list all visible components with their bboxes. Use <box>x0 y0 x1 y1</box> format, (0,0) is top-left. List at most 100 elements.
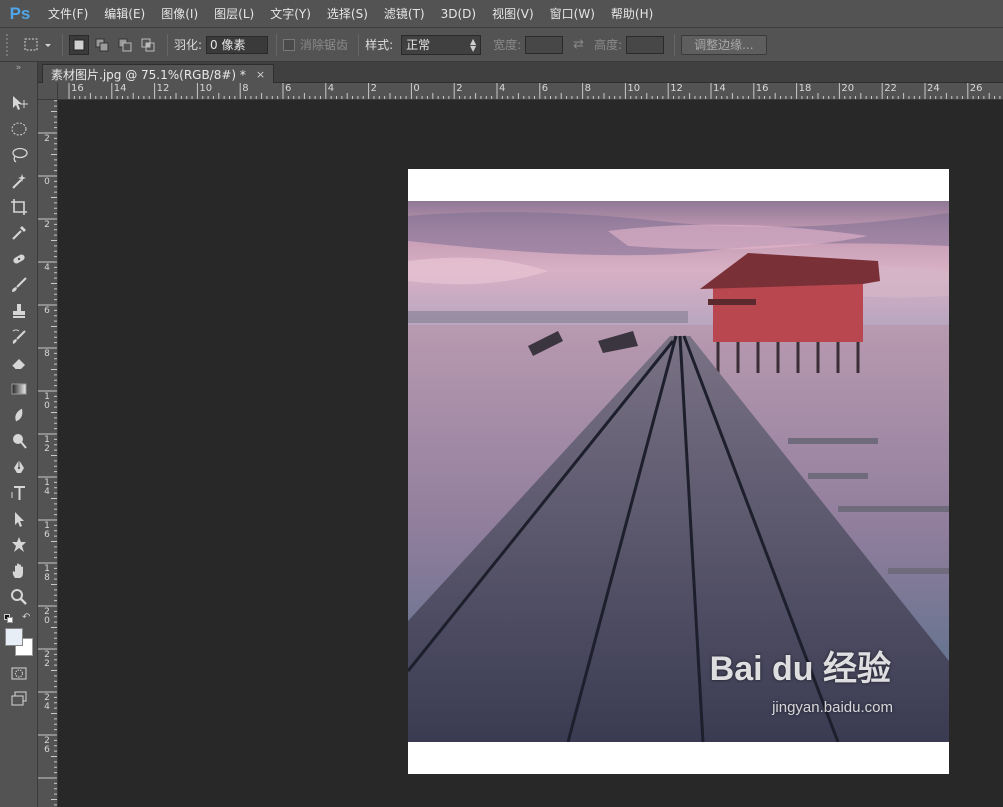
move-tool[interactable] <box>0 90 38 116</box>
custom-shape-tool[interactable] <box>0 532 38 558</box>
path-selection-tool[interactable] <box>0 506 38 532</box>
zoom-tool[interactable] <box>0 584 38 610</box>
ruler-label: 8 <box>242 83 249 94</box>
new-selection-icon <box>73 39 85 50</box>
document-canvas[interactable]: Bai du 经验 jingyan.baidu.com <box>408 169 949 774</box>
blur-icon <box>15 408 23 422</box>
brush-tool[interactable] <box>0 272 38 298</box>
intersect-selection-icon <box>141 38 155 51</box>
menu-3d[interactable]: 3D(D) <box>433 0 484 28</box>
type-icon <box>11 486 25 500</box>
tools-panel: » ↶ <box>0 62 38 807</box>
vertical-ruler[interactable]: 2 0 2 4 6 8 10 12 14 16 18 20 22 24 26 <box>38 100 58 807</box>
document-tab-bar: 素材图片.jpg @ 75.1%(RGB/8#) * × <box>38 62 1003 83</box>
menu-window[interactable]: 窗口(W) <box>542 0 603 28</box>
tool-preset-picker[interactable] <box>20 34 56 56</box>
ruler-label: 12 <box>670 83 683 94</box>
ruler-label: 20 <box>841 83 855 94</box>
eraser-icon <box>11 359 25 370</box>
clone-stamp-tool[interactable] <box>0 298 38 324</box>
antialias-checkbox[interactable] <box>283 38 296 51</box>
separator <box>276 33 278 56</box>
height-input[interactable] <box>626 35 665 54</box>
menu-image[interactable]: 图像(I) <box>153 0 206 28</box>
ruler-label: 6 <box>541 83 549 94</box>
width-label: 宽度: <box>493 38 522 52</box>
intersect-selection-button[interactable] <box>138 35 158 55</box>
ruler-origin[interactable] <box>38 83 58 100</box>
ellipse-marquee-icon <box>11 122 27 136</box>
horizontal-ruler[interactable]: 16 14 12 10 8 6 4 2 0 2 4 6 8 10 12 14 16 18 20 22 24 26 <box>58 83 1003 100</box>
menu-file[interactable]: 文件(F) <box>40 0 96 28</box>
ruler-label: 10 <box>627 83 641 94</box>
spot-healing-tool[interactable] <box>0 246 38 272</box>
eraser-tool[interactable] <box>0 350 38 376</box>
swap-colors-icon[interactable]: ↶ <box>22 612 30 623</box>
menu-edit[interactable]: 编辑(E) <box>96 0 153 28</box>
add-selection-button[interactable] <box>92 35 112 55</box>
collapse-icon[interactable]: » <box>0 62 37 74</box>
canvas-area[interactable]: Bai du 经验 jingyan.baidu.com <box>58 100 1003 807</box>
path-selection-icon <box>15 512 24 527</box>
ruler-label: 16 <box>755 83 769 94</box>
menu-select[interactable]: 选择(S) <box>319 0 376 28</box>
refine-edge-button[interactable]: 调整边缘... <box>681 34 767 55</box>
pen-icon <box>14 460 24 473</box>
blur-tool[interactable] <box>0 402 38 428</box>
rect-marquee-icon <box>24 38 51 50</box>
subtract-selection-button[interactable] <box>115 35 135 55</box>
hand-tool[interactable] <box>0 558 38 584</box>
baidu-watermark: Bai du 经验 <box>709 650 891 688</box>
history-brush-tool[interactable] <box>0 324 38 350</box>
gradient-tool[interactable] <box>0 376 38 402</box>
ruler-label: 24 <box>44 693 50 712</box>
ruler-label: 2 <box>44 220 50 230</box>
dodge-tool[interactable] <box>0 428 38 454</box>
crop-icon <box>11 199 27 215</box>
lasso-tool[interactable] <box>0 142 38 168</box>
magic-wand-icon <box>12 174 26 189</box>
ruler-label: 6 <box>285 83 292 94</box>
ruler-label: 18 <box>44 564 50 583</box>
color-swatches: ↶ <box>0 612 37 660</box>
ruler-label: 16 <box>44 521 50 540</box>
subtract-selection-icon <box>118 38 132 51</box>
options-bar-grip[interactable] <box>6 33 12 56</box>
width-input[interactable] <box>525 35 564 54</box>
brush-icon <box>12 277 27 292</box>
default-colors-icon[interactable] <box>4 614 14 624</box>
history-brush-icon <box>12 329 26 344</box>
ruler-label: 2 <box>370 83 377 94</box>
menu-view[interactable]: 视图(V) <box>484 0 542 28</box>
ruler-label: 4 <box>499 83 506 94</box>
hand-icon <box>12 563 23 578</box>
screen-mode-button[interactable] <box>0 686 38 712</box>
separator <box>167 33 168 56</box>
crop-tool[interactable] <box>0 194 38 220</box>
ruler-label: 12 <box>44 435 50 454</box>
feather-label: 羽化: <box>174 38 203 52</box>
ruler-label: 26 <box>44 736 50 755</box>
document-tab[interactable]: 素材图片.jpg @ 75.1%(RGB/8#) * × <box>42 64 275 83</box>
quick-mask-button[interactable] <box>0 660 38 686</box>
menu-help[interactable]: 帮助(H) <box>603 0 661 28</box>
new-selection-button[interactable] <box>69 34 89 55</box>
photo-pier-image: Bai du 经验 jingyan.baidu.com <box>408 201 949 742</box>
elliptical-marquee-tool[interactable] <box>0 116 38 142</box>
ruler-label: 8 <box>44 349 50 359</box>
close-tab-icon[interactable]: × <box>256 68 265 81</box>
separator <box>358 33 360 56</box>
ruler-label: 12 <box>156 83 170 94</box>
type-tool[interactable] <box>0 480 38 506</box>
magic-wand-tool[interactable] <box>0 168 38 194</box>
swap-icon[interactable]: ⇄ <box>573 37 584 52</box>
menu-filter[interactable]: 滤镜(T) <box>376 0 433 28</box>
pen-tool[interactable] <box>0 454 38 480</box>
menu-layer[interactable]: 图层(L) <box>206 0 262 28</box>
style-select[interactable]: 正常 ▲ ▼ <box>401 34 482 55</box>
foreground-color-swatch[interactable] <box>5 628 23 646</box>
ruler-label: 4 <box>44 263 50 273</box>
feather-input[interactable] <box>206 35 269 54</box>
menu-type[interactable]: 文字(Y) <box>262 0 319 28</box>
eyedropper-tool[interactable] <box>0 220 38 246</box>
